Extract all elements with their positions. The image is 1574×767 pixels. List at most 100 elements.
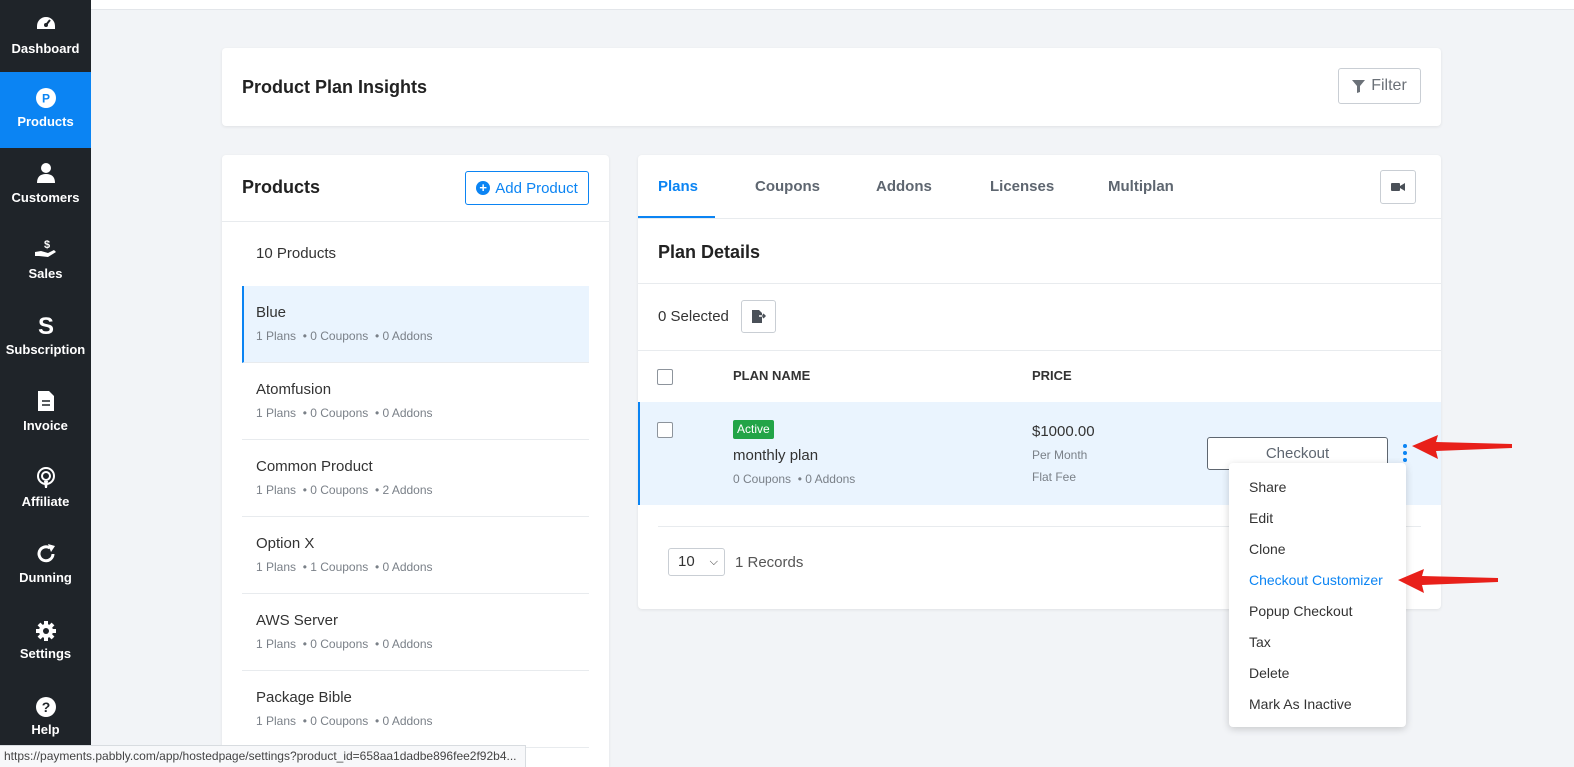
tab-addons[interactable]: Addons	[876, 178, 932, 195]
row-checkbox[interactable]	[657, 422, 673, 438]
status-bar-url: https://payments.pabbly.com/app/hostedpa…	[0, 745, 526, 767]
plan-details-title: Plan Details	[658, 242, 761, 262]
selected-count: 0 Selected	[658, 308, 729, 325]
product-meta: 1 Plans • 0 Coupons • 0 Addons	[256, 329, 433, 343]
sidebar-item-affiliate[interactable]: Affiliate	[0, 452, 91, 528]
add-product-label: Add Product	[495, 179, 578, 197]
top-bar	[91, 0, 1574, 10]
divider	[638, 283, 1441, 284]
insights-card: Product Plan Insights Filter	[222, 48, 1441, 126]
product-item[interactable]: Blue 1 Plans • 0 Coupons • 0 Addons	[242, 286, 589, 363]
filter-button[interactable]: Filter	[1338, 68, 1421, 104]
product-meta: 1 Plans • 0 Coupons • 2 Addons	[256, 483, 433, 497]
gear-icon	[0, 619, 91, 643]
chevron-down-icon: ⌵	[709, 556, 718, 568]
video-button[interactable]	[1380, 170, 1416, 204]
status-badge: Active	[733, 420, 774, 439]
menu-item-edit[interactable]: Edit	[1249, 510, 1273, 526]
select-all-checkbox[interactable]	[657, 369, 673, 385]
sidebar-item-label: Subscription	[5, 342, 86, 357]
product-name: AWS Server	[256, 612, 338, 629]
divider	[638, 350, 1441, 351]
sidebar-item-settings[interactable]: Settings	[0, 604, 91, 680]
product-meta: 1 Plans • 0 Coupons • 0 Addons	[256, 714, 433, 728]
dunning-icon	[0, 542, 91, 566]
product-item[interactable]: Atomfusion 1 Plans • 0 Coupons • 0 Addon…	[242, 363, 589, 440]
sidebar-item-label: Dashboard	[11, 41, 80, 56]
filter-icon	[1352, 79, 1366, 93]
tab-licenses[interactable]: Licenses	[990, 178, 1054, 195]
product-name: Option X	[256, 535, 315, 552]
product-item[interactable]: Option X 1 Plans • 1 Coupons • 0 Addons	[242, 517, 589, 594]
product-meta: 1 Plans • 1 Coupons • 0 Addons	[256, 560, 433, 574]
sidebar-item-label: Sales	[28, 266, 63, 281]
customers-icon	[0, 161, 91, 185]
menu-item-clone[interactable]: Clone	[1249, 541, 1286, 557]
products-icon: P	[0, 86, 91, 110]
plan-name: monthly plan	[733, 447, 819, 464]
plan-meta: 0 Coupons • 0 Addons	[733, 472, 856, 486]
menu-item-share[interactable]: Share	[1249, 479, 1286, 495]
product-name: Atomfusion	[256, 381, 332, 398]
sidebar-item-dunning[interactable]: Dunning	[0, 528, 91, 604]
video-camera-icon	[1391, 183, 1405, 191]
menu-item-mark-as-inactive[interactable]: Mark As Inactive	[1249, 696, 1352, 712]
sidebar-item-dashboard[interactable]: Dashboard	[0, 0, 91, 72]
sidebar-item-sales[interactable]: $ Sales	[0, 224, 91, 300]
active-tab-indicator	[638, 216, 715, 218]
product-list: Blue 1 Plans • 0 Coupons • 0 Addons Atom…	[242, 286, 589, 748]
menu-item-popup-checkout[interactable]: Popup Checkout	[1249, 603, 1353, 619]
product-meta: 1 Plans • 0 Coupons • 0 Addons	[256, 637, 433, 651]
help-icon: ?	[0, 695, 91, 719]
plus-circle-icon: +	[476, 181, 491, 195]
tab-plans[interactable]: Plans	[658, 178, 698, 195]
product-item[interactable]: Package Bible 1 Plans • 0 Coupons • 0 Ad…	[242, 671, 589, 748]
sidebar: Dashboard P Products Customers $ Sales S…	[0, 0, 91, 767]
page-size-select[interactable]: 10 ⌵	[668, 548, 725, 576]
plan-price: $1000.00	[1032, 423, 1095, 440]
invoice-icon	[0, 389, 91, 413]
sidebar-item-label: Dunning	[19, 570, 72, 585]
plans-tabs: Plans Coupons Addons Licenses Multiplan	[638, 155, 1441, 219]
sidebar-item-invoice[interactable]: Invoice	[0, 376, 91, 452]
sales-icon: $	[0, 237, 91, 261]
more-options-icon[interactable]	[1401, 444, 1409, 462]
sidebar-item-label: Customers	[11, 190, 80, 205]
file-export-icon	[752, 310, 766, 323]
affiliate-icon	[0, 466, 91, 490]
column-header-plan-name: PLAN NAME	[733, 368, 811, 383]
menu-item-tax[interactable]: Tax	[1249, 634, 1271, 650]
records-count: 1 Records	[735, 554, 804, 571]
page-size-value: 10	[678, 553, 695, 570]
product-item[interactable]: AWS Server 1 Plans • 0 Coupons • 0 Addon…	[242, 594, 589, 671]
annotation-arrow-icon	[1412, 435, 1512, 459]
products-header: Products + Add Product	[222, 155, 609, 222]
sidebar-item-customers[interactable]: Customers	[0, 148, 91, 224]
sidebar-item-subscription[interactable]: S Subscription	[0, 300, 91, 376]
annotation-arrow-icon	[1398, 569, 1498, 593]
export-button[interactable]	[741, 300, 776, 333]
products-count: 10 Products	[256, 245, 337, 262]
column-header-price: PRICE	[1032, 368, 1072, 383]
svg-text:P: P	[41, 92, 49, 106]
product-item[interactable]: Common Product 1 Plans • 0 Coupons • 2 A…	[242, 440, 589, 517]
menu-item-delete[interactable]: Delete	[1249, 665, 1289, 681]
tab-coupons[interactable]: Coupons	[755, 178, 820, 195]
add-product-button[interactable]: + Add Product	[465, 171, 589, 205]
subscription-icon: S	[0, 313, 91, 337]
plan-actions-menu: Share Edit Clone Checkout Customizer Pop…	[1229, 463, 1406, 727]
sidebar-item-label: Help	[31, 722, 60, 737]
sidebar-item-help[interactable]: ? Help	[0, 680, 91, 750]
products-card: Products + Add Product 10 Products Blue …	[222, 155, 609, 767]
menu-item-checkout-customizer[interactable]: Checkout Customizer	[1249, 572, 1383, 588]
products-title: Products	[242, 177, 321, 197]
svg-text:S: S	[37, 313, 53, 337]
tab-multiplan[interactable]: Multiplan	[1108, 178, 1174, 195]
page-title: Product Plan Insights	[242, 77, 428, 97]
sidebar-item-label: Invoice	[23, 418, 68, 433]
product-meta: 1 Plans • 0 Coupons • 0 Addons	[256, 406, 433, 420]
plan-period: Per Month	[1032, 448, 1088, 462]
product-name: Blue	[256, 304, 287, 321]
filter-label: Filter	[1371, 77, 1407, 94]
sidebar-item-products[interactable]: P Products	[0, 72, 91, 148]
